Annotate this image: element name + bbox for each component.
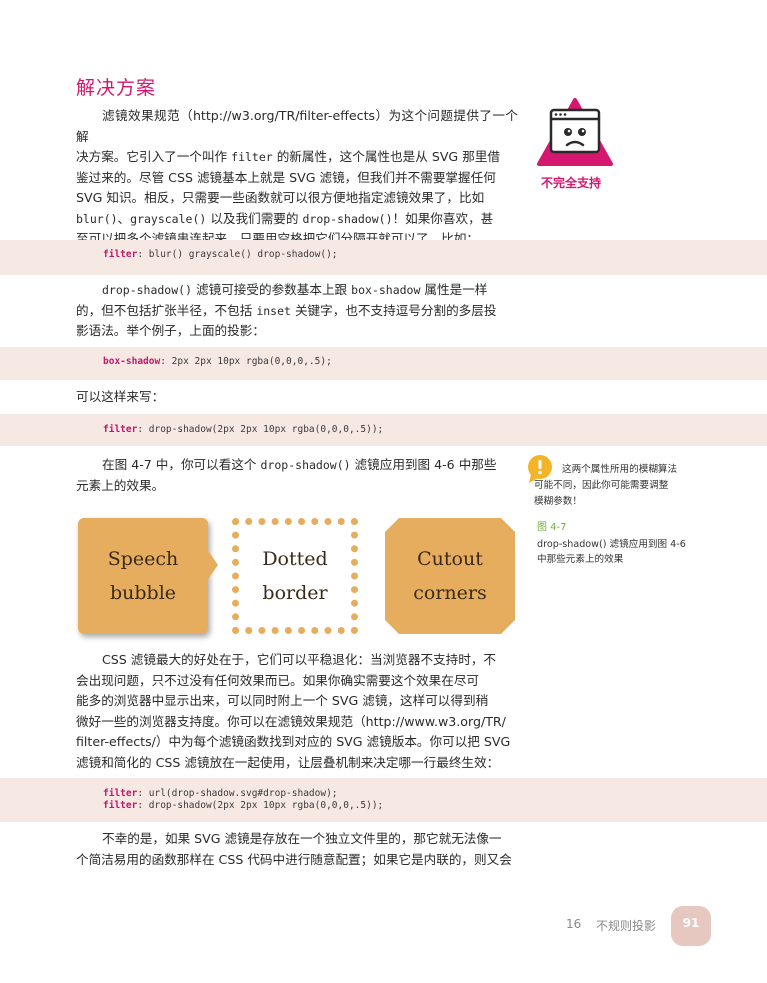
chapter-title: 不规则投影 (596, 919, 657, 933)
section-heading: 解决方案 (76, 77, 157, 99)
inline-code: drop-shadow() (302, 211, 393, 226)
text-line: 元素上的效果。 (76, 477, 165, 493)
inline-code: blur() (76, 211, 118, 226)
text-line: 鉴过来的。尽管 CSS 滤镜基本上就是 SVG 滤镜，但我们并不需要掌握任何 (76, 169, 496, 185)
inline-code: grayscale() (130, 211, 207, 226)
partial-support-icon (537, 98, 613, 166)
cutout-corners-box: Cutout corners (385, 518, 515, 634)
paragraph-drop-shadow: drop-shadow() 滤镜可接受的参数基本上跟 box-shadow 属性… (76, 280, 518, 342)
chapter-number: 16 (566, 917, 582, 931)
text-line: filter-effects/）中为每个滤镜函数找到对应的 SVG 滤镜版本。你… (76, 734, 511, 749)
note-line: 可能不同，因此你可能需要调整 (534, 480, 669, 491)
text-line: 在图 4-7 中，你可以看这个 drop-shadow() 滤镜应用到图 4-6… (102, 457, 497, 472)
figure-label: bubble (109, 582, 177, 604)
text-line: blur()、grayscale() 以及我们需要的 drop-shadow()… (76, 210, 494, 226)
code-line: filter: drop-shadow(2px 2px 10px rgba(0,… (103, 800, 384, 811)
text-line: 影语法。举个例子，上面的投影： (76, 323, 265, 338)
inline-code: drop-shadow() (260, 458, 351, 472)
figure-label: border (262, 582, 328, 604)
text-line: drop-shadow() 滤镜可接受的参数基本上跟 box-shadow 属性… (102, 282, 488, 297)
text-line: CSS 滤镜最大的好处在于，它们可以平稳退化：当浏览器不支持时，不 (102, 652, 497, 667)
speech-bubble-box: Speech bubble (78, 518, 208, 634)
paragraph-figure-ref: 在图 4-7 中，你可以看这个 drop-shadow() 滤镜应用到图 4-6… (76, 455, 518, 496)
text-line: 滤镜效果规范（http://w3.org/TR/filter-effects）为… (76, 108, 518, 144)
paragraph-rewrite: 可以这样来写： (76, 387, 518, 408)
speech-bubble-pointer (206, 548, 218, 582)
figure-label: corners (413, 582, 487, 604)
inline-code: box-shadow (351, 283, 421, 297)
figure-label: Speech (107, 548, 179, 570)
figure-label: Dotted (262, 548, 328, 570)
paragraph-graceful-degradation: CSS 滤镜最大的好处在于，它们可以平稳退化：当浏览器不支持时，不 会出现问题，… (76, 650, 518, 773)
inline-code: filter (231, 150, 273, 164)
text-line: 个简洁易用的函数那样在 CSS 代码中进行随意配置；如果它是内联的，则又会 (76, 851, 512, 867)
text-line: SVG 知识。相反，只需要一些函数就可以很方便地指定滤镜效果了，比如 (76, 190, 485, 205)
text-line: 不幸的是，如果 SVG 滤镜是存放在一个独立文件里的，那它就无法像一 (102, 831, 502, 846)
code-line: box-shadow: 2px 2px 10px rgba(0,0,0,.5); (103, 356, 332, 367)
inline-code: drop-shadow() (102, 283, 193, 297)
page-number: 91 (682, 916, 700, 930)
figure-number: 图 4-7 (537, 522, 567, 533)
text-line: 微好一些的浏览器支持度。你可以在滤镜效果规范（http://www.w3.org… (76, 713, 506, 729)
text-line: 决方案。它引入了一个叫作 filter 的新属性，这个属性也是从 SVG 那里借 (76, 149, 500, 164)
paragraph-solution: 滤镜效果规范（http://w3.org/TR/filter-effects）为… (76, 106, 518, 250)
text-line: 可以这样来写： (76, 389, 165, 404)
caption-line: drop-shadow() 滤镜应用到图 4-6 (537, 539, 686, 550)
text-line: 的，但不包括扩张半径，不包括 inset 关键字，也不支持逗号分割的多层投 (76, 302, 497, 318)
code-line: filter: blur() grayscale() drop-shadow()… (103, 249, 338, 260)
text-line: 能多的浏览器中显示出来，可以同时附上一个 SVG 滤镜，这样可以得到稍 (76, 693, 489, 708)
inline-code: inset (256, 303, 291, 318)
text-line: 滤镜和简化的 CSS 滤镜放在一起使用，让层叠机制来决定哪一行最终生效： (76, 754, 500, 770)
side-note: 这两个属性所用的模糊算法 可能不同，因此你可能需要调整 模糊参数！ (534, 464, 704, 510)
note-line: 这两个属性所用的模糊算法 (562, 464, 678, 475)
caption-line: 中那些元素上的效果 (537, 554, 624, 565)
text-line: 会出现问题，只不过没有任何效果而已。如果你确实需要这个效果在尽可 (76, 672, 479, 688)
code-line: filter: url(drop-shadow.svg#drop-shadow)… (103, 788, 338, 799)
figure-label: Cutout (417, 548, 483, 570)
partial-support-label: 不完全支持 (541, 176, 602, 190)
figure-caption: drop-shadow() 滤镜应用到图 4-6 中那些元素上的效果 (537, 537, 707, 567)
paragraph-unfortunately: 不幸的是，如果 SVG 滤镜是存放在一个独立文件里的，那它就无法像一 个简洁易用… (76, 829, 518, 870)
code-line: filter: drop-shadow(2px 2px 10px rgba(0,… (103, 424, 384, 435)
note-line: 模糊参数！ (534, 496, 582, 507)
